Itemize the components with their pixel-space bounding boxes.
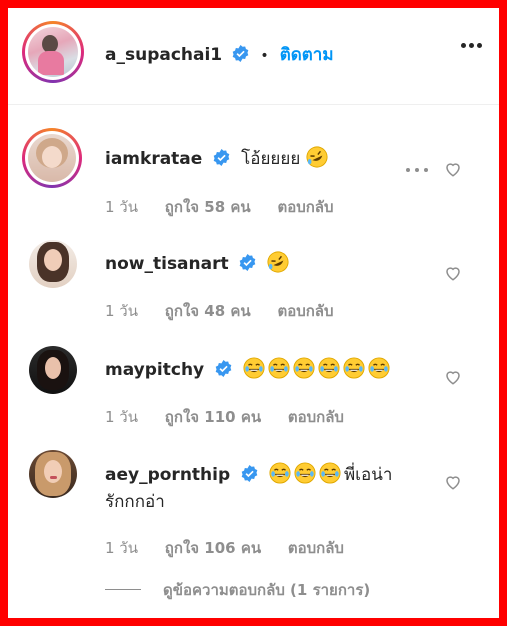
comment-username[interactable]: aey_pornthip: [105, 465, 230, 485]
header-separator: •: [260, 48, 269, 64]
joy-emoji-icon: [294, 462, 316, 484]
comment-time: 1 วัน: [105, 539, 138, 557]
reply-button[interactable]: ตอบกลับ: [288, 539, 344, 557]
comment-likes[interactable]: ถูกใจ 58 คน: [165, 198, 251, 216]
joy-emoji-icon: [319, 462, 341, 484]
comment-username[interactable]: now_tisanart: [105, 254, 229, 274]
reply-button[interactable]: ตอบกลับ: [288, 408, 344, 426]
joy-emoji-icon: [269, 462, 291, 484]
comment-avatar[interactable]: [22, 128, 82, 188]
comment-avatar[interactable]: [29, 240, 77, 288]
comment-likes[interactable]: ถูกใจ 110 คน: [165, 408, 261, 426]
like-heart-icon[interactable]: [444, 368, 462, 386]
comment-avatar[interactable]: [29, 450, 77, 498]
instagram-post-panel: a_supachai1 • ติดตาม iamkratae โอ้ยยยย 1…: [8, 8, 499, 618]
comment-options-icon[interactable]: [406, 166, 432, 174]
joy-emoji-icon: [318, 357, 340, 379]
comment-likes[interactable]: ถูกใจ 106 คน: [165, 539, 261, 557]
comment-time: 1 วัน: [105, 198, 138, 216]
joy-emoji-icon: [368, 357, 390, 379]
comment-text: โอ้ยยยย: [241, 149, 301, 169]
verified-badge-icon: [241, 465, 257, 482]
joy-emoji-icon: [293, 357, 315, 379]
rofl-emoji-icon: [306, 146, 328, 168]
like-heart-icon[interactable]: [444, 160, 462, 178]
reply-button[interactable]: ตอบกลับ: [277, 198, 333, 216]
reply-button[interactable]: ตอบกลับ: [277, 302, 333, 320]
author-username[interactable]: a_supachai1: [105, 45, 222, 65]
comment-time: 1 วัน: [105, 302, 138, 320]
replies-divider: [105, 589, 141, 590]
verified-badge-icon: [232, 45, 249, 62]
post-header: a_supachai1 • ติดตาม: [8, 8, 499, 105]
comment-time: 1 วัน: [105, 408, 138, 426]
like-heart-icon[interactable]: [444, 264, 462, 282]
verified-badge-icon: [215, 360, 231, 377]
verified-badge-icon: [239, 254, 256, 271]
joy-emoji-icon: [268, 357, 290, 379]
comment-text-line2: รักกกอ่า: [105, 492, 165, 512]
view-replies-button[interactable]: ดูข้อความตอบกลับ (1 รายการ): [163, 578, 370, 602]
comment-text: พี่เอน่า: [343, 465, 393, 485]
comment-username[interactable]: iamkratae: [105, 149, 202, 169]
joy-emoji-icon: [343, 357, 365, 379]
comment-likes[interactable]: ถูกใจ 48 คน: [165, 302, 251, 320]
rofl-emoji-icon: [267, 251, 289, 273]
author-avatar[interactable]: [22, 21, 84, 83]
joy-emoji-icon: [243, 357, 265, 379]
verified-badge-icon: [213, 149, 230, 166]
like-heart-icon[interactable]: [444, 473, 462, 491]
more-options-icon[interactable]: [461, 41, 483, 49]
comment-username[interactable]: maypitchy: [105, 360, 204, 380]
follow-button[interactable]: ติดตาม: [280, 45, 334, 65]
comment-avatar[interactable]: [29, 346, 77, 394]
